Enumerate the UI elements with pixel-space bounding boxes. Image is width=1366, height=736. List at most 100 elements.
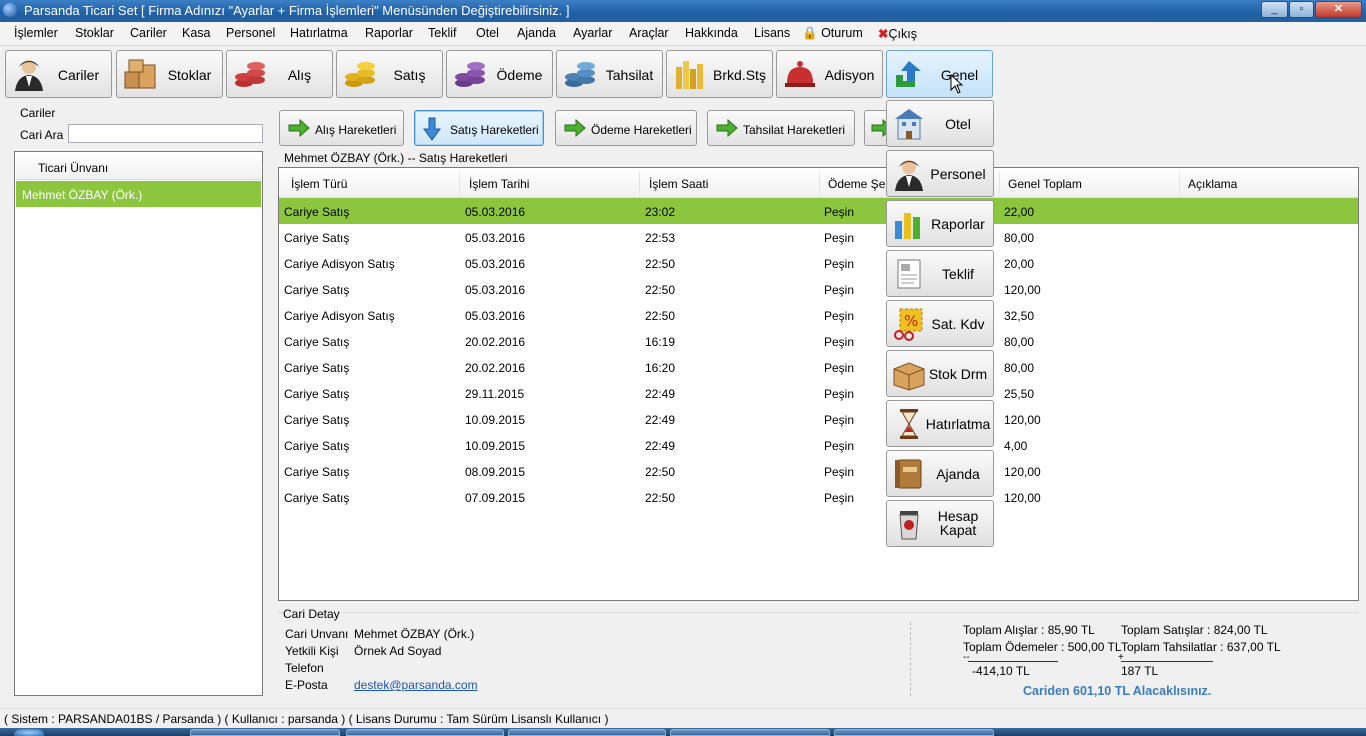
menu-raporlar[interactable]: Raporlar xyxy=(365,26,413,40)
toolbar-adisyon-button[interactable]: Adisyon xyxy=(776,50,883,98)
table-cell: 10.09.2015 xyxy=(465,413,526,427)
menu-oturum[interactable]: 🔒 Oturum xyxy=(802,26,863,41)
genel-menu-otel[interactable]: Otel xyxy=(886,100,994,147)
col-islem-tarihi[interactable]: İşlem Tarihi xyxy=(469,177,529,191)
table-row[interactable]: Cariye Satış 08.09.2015 22:50 Peşin 120,00 xyxy=(279,458,1358,484)
tahsilat-hareketleri-button[interactable]: Tahsilat Hareketleri xyxy=(707,110,855,146)
menu-stoklar[interactable]: Stoklar xyxy=(75,26,114,40)
toolbar-alis-button[interactable]: Alış xyxy=(226,50,333,98)
menu-araclar[interactable]: Araçlar xyxy=(629,26,669,40)
toolbar-cariler-button[interactable]: Cariler xyxy=(5,50,112,98)
mouse-cursor-icon xyxy=(950,74,963,94)
genel-menu-ajanda[interactable]: Ajanda xyxy=(886,450,994,497)
menu-personel[interactable]: Personel xyxy=(226,26,275,40)
detail-value-yetkili: Örnek Ad Soyad xyxy=(354,644,442,658)
menu-teklif[interactable]: Teklif xyxy=(428,26,456,40)
table-cell: Cariye Satış xyxy=(284,439,350,453)
table-cell: Peşin xyxy=(824,465,855,479)
table-row[interactable]: Cariye Satış 29.11.2015 22:49 Peşin 25,50 xyxy=(279,380,1358,406)
hourglass-icon xyxy=(900,409,918,439)
col-islem-turu[interactable]: İşlem Türü xyxy=(291,177,347,191)
start-button[interactable] xyxy=(14,729,44,736)
table-row[interactable]: Cariye Satış 05.03.2016 22:50 Peşin 120,00 xyxy=(279,276,1358,302)
detail-label-unvan: Cari Unvanı xyxy=(285,627,349,641)
menu-islemler[interactable]: İşlemler xyxy=(14,26,58,40)
cari-ara-label: Cari Ara xyxy=(20,128,64,142)
table-cell: 22:49 xyxy=(645,387,676,401)
genel-menu-stok-drm[interactable]: Stok Drm xyxy=(886,350,994,397)
taskbar-item[interactable] xyxy=(346,729,504,736)
table-cell: 120,00 xyxy=(1004,283,1041,297)
toolbar-odeme-button[interactable]: Ödeme xyxy=(446,50,553,98)
table-row[interactable]: Cariye Adisyon Satış 05.03.2016 22:50 Peşin… xyxy=(279,302,1358,328)
table-row[interactable]: Cariye Satış 20.02.2016 16:20 Peşin 80,00 xyxy=(279,354,1358,380)
genel-menu-personel[interactable]: Personel xyxy=(886,150,994,197)
box-icon xyxy=(893,362,925,391)
menu-ayarlar[interactable]: Ayarlar xyxy=(573,26,612,40)
table-cell: 16:20 xyxy=(645,361,676,375)
document-icon xyxy=(897,259,921,289)
minimize-button[interactable]: _ xyxy=(1261,1,1288,18)
menu-cariler[interactable]: Cariler xyxy=(130,26,167,40)
table-cell: 22:50 xyxy=(645,491,676,505)
cari-search-input[interactable] xyxy=(68,124,263,143)
title-bar: Parsanda Ticari Set [ Firma Adınızı "Aya… xyxy=(0,0,1366,22)
menu-ajanda[interactable]: Ajanda xyxy=(517,26,556,40)
genel-menu-sat-kdv[interactable]: % Sat. Kdv xyxy=(886,300,994,347)
list-item[interactable]: Mehmet ÖZBAY (Örk.) xyxy=(16,181,261,207)
toolbar-barkod-button[interactable]: Brkd.Stş xyxy=(666,50,773,98)
email-link[interactable]: destek@parsanda.com xyxy=(354,678,478,692)
satis-hareketleri-label: Satış Hareketleri xyxy=(450,123,539,137)
genel-menu-teklif[interactable]: Teklif xyxy=(886,250,994,297)
taskbar-item[interactable] xyxy=(834,729,994,736)
satis-hareketleri-button[interactable]: Satış Hareketleri xyxy=(414,110,544,146)
table-cell: Peşin xyxy=(824,231,855,245)
table-cell: Cariye Satış xyxy=(284,335,350,349)
toolbar-tahsilat-label: Tahsilat xyxy=(605,67,654,83)
more-hareket-button[interactable] xyxy=(864,110,888,146)
taskbar-item[interactable] xyxy=(670,729,830,736)
table-cell: Peşin xyxy=(824,387,855,401)
genel-menu-hesap-kapat[interactable]: Hesap Kapat xyxy=(886,500,994,547)
svg-text:%: % xyxy=(904,312,918,330)
alis-hareketleri-label: Alış Hareketleri xyxy=(315,123,397,137)
menu-lisans[interactable]: Lisans xyxy=(754,26,790,40)
sum-line-left xyxy=(968,661,1058,662)
menu-hatirlatma[interactable]: Hatırlatma xyxy=(290,26,348,40)
taskbar-item[interactable] xyxy=(190,729,340,736)
table-cell: 29.11.2015 xyxy=(465,387,525,401)
menu-kasa[interactable]: Kasa xyxy=(182,26,211,40)
table-row[interactable]: Cariye Adisyon Satış 05.03.2016 22:50 Peşin… xyxy=(279,250,1358,276)
table-row[interactable]: Cariye Satış 10.09.2015 22:49 Peşin 120,00 xyxy=(279,406,1358,432)
table-row[interactable]: Cariye Satış 10.09.2015 22:49 Peşin 4,00 xyxy=(279,432,1358,458)
genel-menu-hatirlatma[interactable]: Hatırlatma xyxy=(886,400,994,447)
table-cell: 4,00 xyxy=(1004,439,1028,453)
table-row[interactable]: Cariye Satış 05.03.2016 22:53 Peşin 80,00 xyxy=(279,224,1358,250)
table-row[interactable]: Cariye Satış 05.03.2016 23:02 Peşin 22,00 xyxy=(279,198,1358,224)
alacak-summary: Cariden 601,10 TL Alacaklısınız. xyxy=(1023,684,1212,698)
odeme-hareketleri-button[interactable]: Ödeme Hareketleri xyxy=(555,110,697,146)
table-row[interactable]: Cariye Satış 07.09.2015 22:50 Peşin 120,00 xyxy=(279,484,1358,510)
close-button[interactable]: ✕ xyxy=(1315,1,1362,18)
maximize-button[interactable]: ▫ xyxy=(1289,1,1314,18)
alis-hareketleri-button[interactable]: Alış Hareketleri xyxy=(279,110,404,146)
toolbar-stoklar-button[interactable]: Stoklar xyxy=(116,50,223,98)
col-islem-saati[interactable]: İşlem Saati xyxy=(649,177,708,191)
toolbar-odeme-label: Ödeme xyxy=(496,67,543,83)
toolbar-satis-button[interactable]: Satış xyxy=(336,50,443,98)
table-cell: 05.03.2016 xyxy=(465,283,526,297)
toolbar-tahsilat-button[interactable]: Tahsilat xyxy=(556,50,663,98)
menu-cikis[interactable]: ✖Çıkış xyxy=(878,26,917,41)
toolbar-genel-button[interactable]: Genel xyxy=(886,50,993,98)
menu-otel[interactable]: Otel xyxy=(476,26,499,40)
col-genel-toplam[interactable]: Genel Toplam xyxy=(1008,177,1082,191)
menu-hakkinda[interactable]: Hakkında xyxy=(685,26,738,40)
arrows-icon xyxy=(896,61,921,87)
list-header[interactable]: Ticari Ünvanı xyxy=(16,153,261,180)
genel-menu-raporlar[interactable]: Raporlar xyxy=(886,200,994,247)
col-aciklama[interactable]: Açıklama xyxy=(1188,177,1237,191)
table-row[interactable]: Cariye Satış 20.02.2016 16:19 Peşin 80,00 xyxy=(279,328,1358,354)
grid-header: İşlem Türü İşlem Tarihi İşlem Saati Ödem… xyxy=(279,168,1358,198)
taskbar-item[interactable] xyxy=(508,729,666,736)
detail-label-telefon: Telefon xyxy=(285,661,324,675)
